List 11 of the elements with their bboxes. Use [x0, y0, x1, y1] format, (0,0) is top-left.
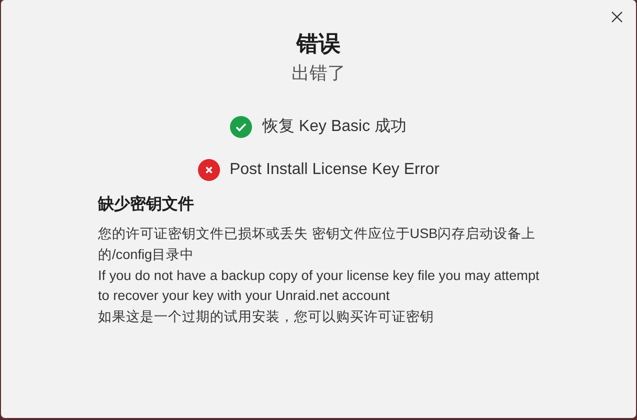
error-icon	[198, 159, 220, 181]
message-paragraph: 您的许可证密钥文件已损坏或丢失 密钥文件应位于USB闪存启动设备上的/config目录中	[98, 225, 537, 264]
dialog-title: 错误	[296, 30, 340, 58]
status-message: Post Install License Key Error	[230, 160, 440, 180]
message-paragraph: 如果这是一个过期的试用安装，您可以购买许可证密钥	[98, 308, 435, 326]
close-button[interactable]	[610, 10, 624, 24]
checkmark-icon	[230, 116, 252, 138]
section-heading: 缺少密钥文件	[98, 194, 195, 215]
status-message: 恢复 Key Basic 成功	[262, 116, 407, 137]
dialog-subtitle: 出错了	[292, 62, 346, 85]
message-paragraph: If you do not have a backup copy of your license key file you may attempt to recover your key with your Unraid.net account	[98, 266, 540, 306]
